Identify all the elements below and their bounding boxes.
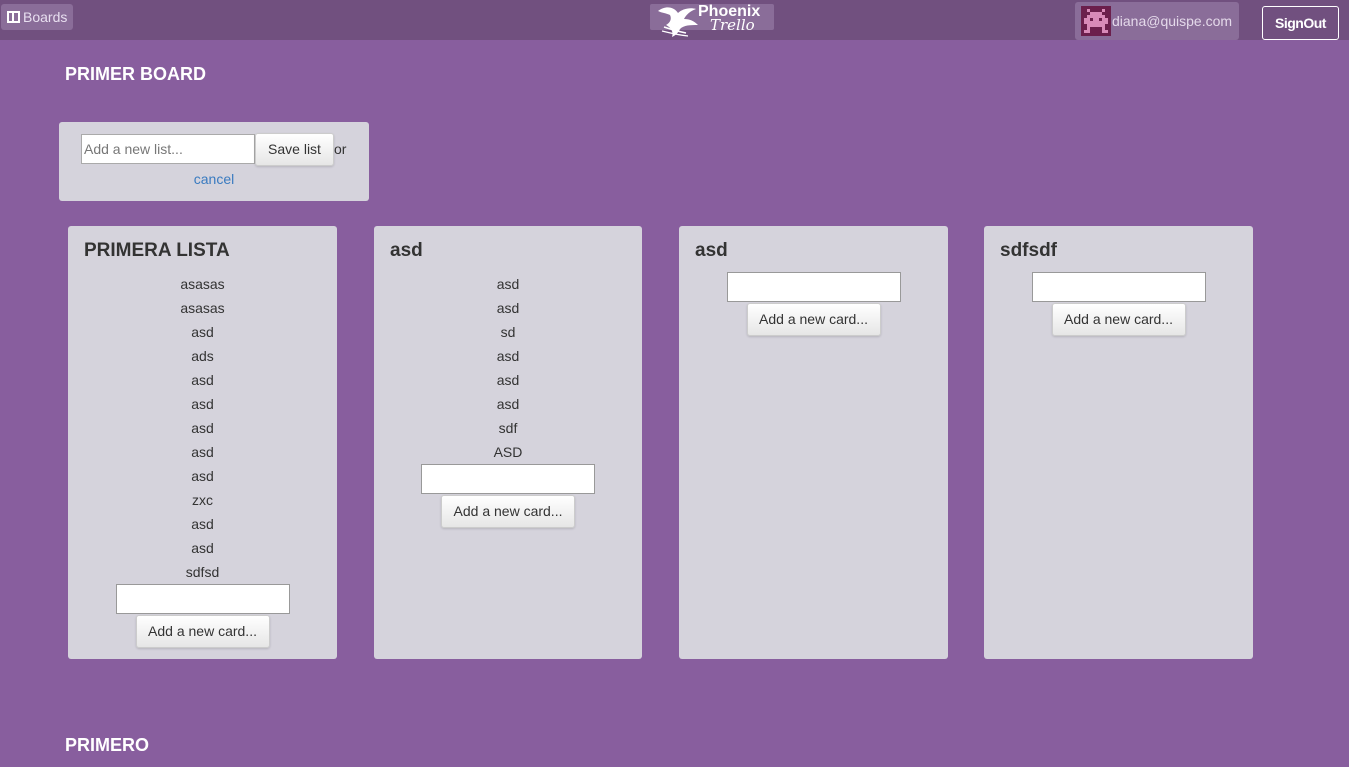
- card-item[interactable]: asd: [68, 392, 337, 416]
- card-item[interactable]: sdf: [374, 416, 642, 440]
- current-user[interactable]: diana@quispe.com: [1075, 2, 1239, 40]
- new-list-input[interactable]: [81, 134, 255, 164]
- card-item[interactable]: ads: [68, 344, 337, 368]
- card-list: Add a new card...: [679, 272, 948, 336]
- list-title[interactable]: asd: [695, 240, 728, 262]
- avatar: [1081, 6, 1111, 36]
- card-item[interactable]: asd: [68, 416, 337, 440]
- card-item[interactable]: asd: [68, 320, 337, 344]
- cancel-link[interactable]: cancel: [59, 171, 369, 187]
- card-item[interactable]: asd: [374, 392, 642, 416]
- new-card-input[interactable]: [726, 272, 901, 302]
- card-composer: Add a new card...: [68, 584, 337, 648]
- or-text: or: [334, 141, 347, 157]
- boards-label: Boards: [23, 9, 68, 25]
- board-title: PRIMER BOARD: [65, 64, 207, 84]
- add-card-button[interactable]: Add a new card...: [746, 303, 881, 336]
- card-item[interactable]: asasas: [68, 272, 337, 296]
- card-item[interactable]: asd: [68, 440, 337, 464]
- card-item[interactable]: asd: [68, 536, 337, 560]
- card-item[interactable]: sd: [374, 320, 642, 344]
- logo-word-trello: Trello: [710, 16, 755, 34]
- list-title[interactable]: asd: [390, 240, 423, 262]
- card-composer: Add a new card...: [984, 272, 1253, 336]
- list-column: asd asd asd sd asd asd asd sdf ASD Add a new car…: [374, 226, 642, 659]
- app-logo[interactable]: Phoenix Trello: [650, 3, 774, 37]
- add-card-button[interactable]: Add a new card...: [441, 495, 575, 528]
- card-item[interactable]: ASD: [374, 440, 642, 464]
- avatar-icon: [1084, 9, 1108, 33]
- add-card-button[interactable]: Add a new card...: [135, 615, 270, 648]
- card-list: asd asd sd asd asd asd sdf ASD Add a new card...: [374, 272, 642, 528]
- card-composer: Add a new card...: [374, 464, 642, 528]
- signout-button[interactable]: SignOut: [1262, 6, 1339, 40]
- card-item[interactable]: asd: [374, 368, 642, 392]
- phoenix-logo-icon: [658, 7, 698, 37]
- card-item[interactable]: asasas: [68, 296, 337, 320]
- save-list-button[interactable]: Save list: [255, 133, 334, 166]
- card-item[interactable]: sdfsd: [68, 560, 337, 584]
- new-card-input[interactable]: [421, 464, 595, 494]
- card-item[interactable]: asd: [374, 344, 642, 368]
- card-list: Add a new card...: [984, 272, 1253, 336]
- card-composer: Add a new card...: [679, 272, 948, 336]
- new-list-form: Save list or cancel: [59, 122, 369, 201]
- list-title[interactable]: sdfsdf: [1000, 240, 1057, 262]
- card-item[interactable]: asd: [374, 272, 642, 296]
- card-item[interactable]: asd: [374, 296, 642, 320]
- top-navbar: Boards Phoenix Trello diana@quispe.com S…: [0, 0, 1349, 40]
- boards-icon: [7, 11, 20, 23]
- card-item[interactable]: asd: [68, 512, 337, 536]
- card-item[interactable]: zxc: [68, 488, 337, 512]
- next-board-title: PRIMERO: [65, 735, 150, 755]
- card-item[interactable]: asd: [68, 464, 337, 488]
- add-card-button[interactable]: Add a new card...: [1051, 303, 1186, 336]
- card-list: asasas asasas asd ads asd asd asd asd asd zxc asd a…: [68, 272, 337, 648]
- list-title[interactable]: PRIMERA LISTA: [84, 240, 230, 262]
- user-email: diana@quispe.com: [1112, 13, 1233, 29]
- new-card-input[interactable]: [115, 584, 290, 614]
- list-column: asd Add a new card...: [679, 226, 948, 659]
- boards-button[interactable]: Boards: [1, 4, 74, 30]
- card-item[interactable]: asd: [68, 368, 337, 392]
- list-column: PRIMERA LISTA asasas asasas asd ads asd asd as…: [68, 226, 337, 659]
- new-card-input[interactable]: [1031, 272, 1206, 302]
- list-column: sdfsdf Add a new card...: [984, 226, 1253, 659]
